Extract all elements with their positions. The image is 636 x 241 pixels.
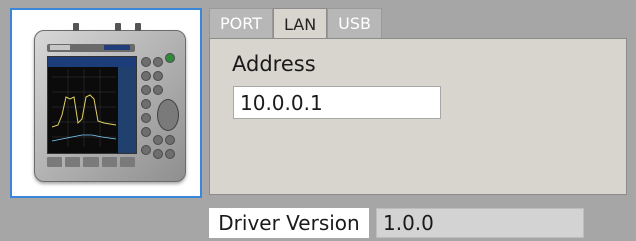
- driver-version-value: 1.0.0: [376, 208, 584, 238]
- device-grip: [115, 23, 121, 31]
- device-thumbnail[interactable]: [10, 8, 202, 198]
- instrument-settings-window: PORT LAN USB Address Driver Version 1.0.…: [0, 0, 636, 241]
- address-label: Address: [232, 52, 316, 76]
- spectrum-trace-icon: [48, 57, 136, 153]
- tab-lan[interactable]: LAN: [272, 8, 328, 40]
- spectrum-analyzer-device-icon: [34, 23, 186, 182]
- address-input[interactable]: [233, 86, 441, 119]
- connection-tabs: PORT LAN USB: [209, 8, 383, 40]
- lan-settings-panel: Address: [209, 38, 627, 195]
- device-rotary-knob: [157, 99, 179, 131]
- device-grip: [135, 23, 141, 31]
- device-top-strip: [47, 44, 135, 52]
- device-keypad: [139, 53, 179, 163]
- device-screen: [47, 56, 137, 154]
- tab-port[interactable]: PORT: [209, 8, 273, 38]
- device-grip: [73, 23, 79, 31]
- tab-usb[interactable]: USB: [327, 8, 383, 38]
- driver-version-label: Driver Version: [209, 208, 369, 238]
- device-indicator: [104, 45, 130, 50]
- device-soft-keys: [47, 157, 136, 167]
- device-brand-mark: [50, 45, 70, 50]
